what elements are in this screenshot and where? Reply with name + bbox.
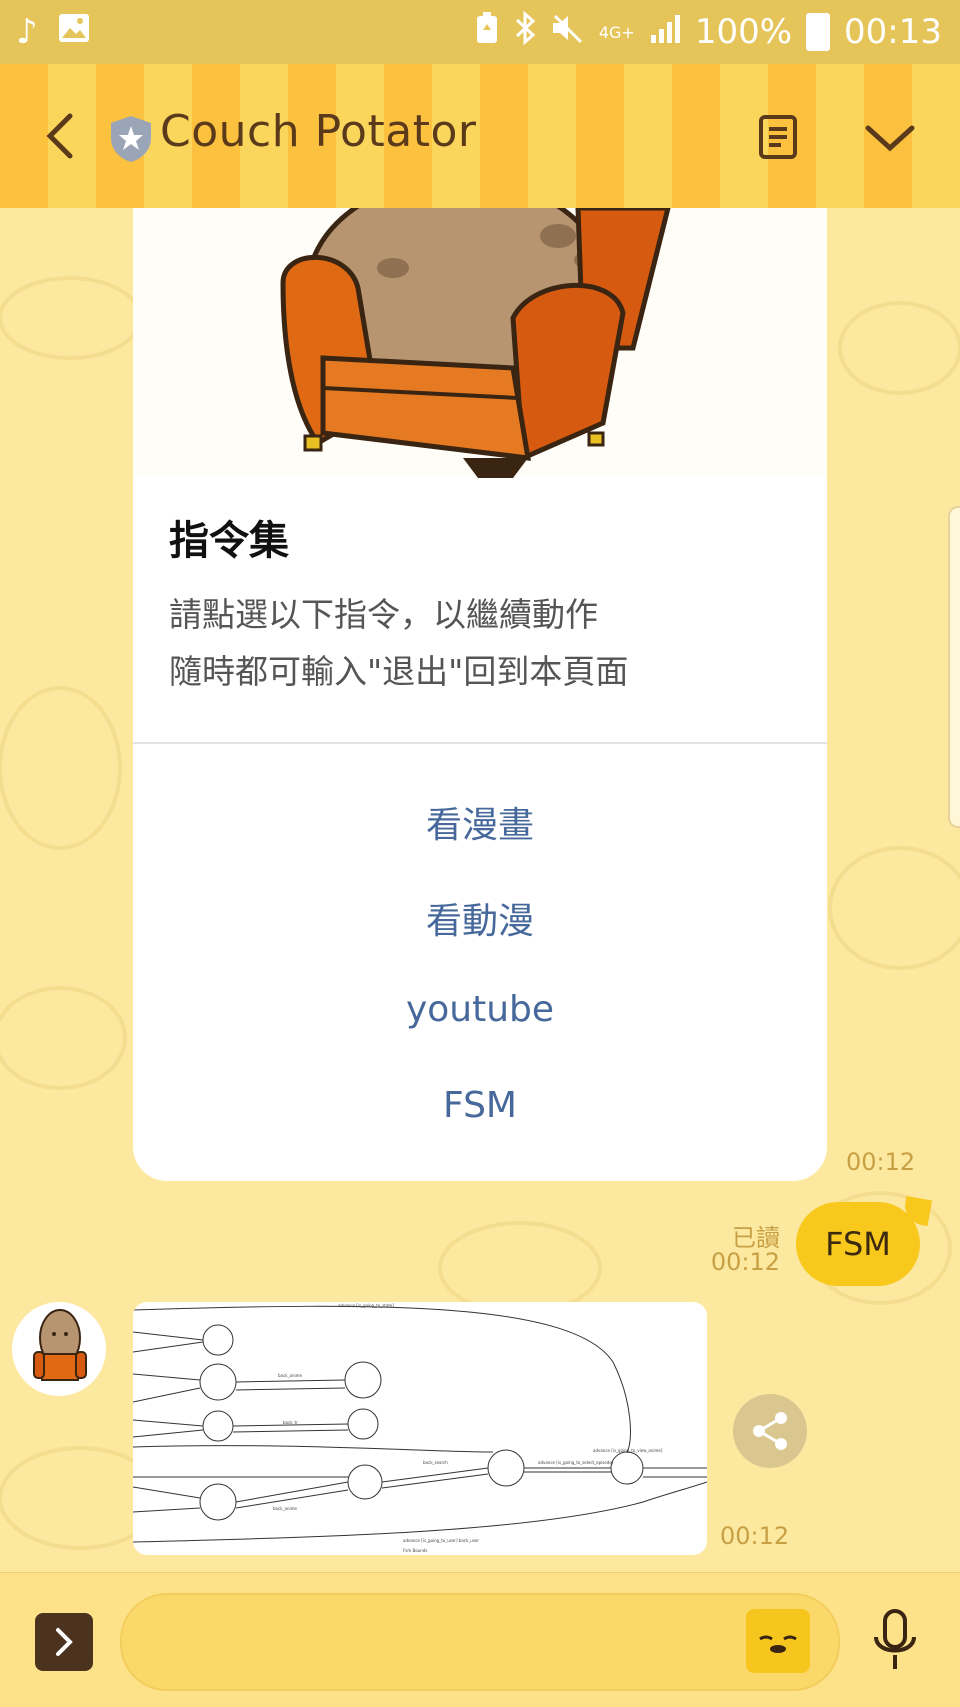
- sticker-icon[interactable]: [746, 1609, 810, 1673]
- svg-text:Fsm Bounds: Fsm Bounds: [403, 1548, 427, 1553]
- card-timestamp: 00:12: [846, 1148, 916, 1176]
- clock: 00:13: [844, 12, 942, 52]
- image-icon: [58, 12, 90, 52]
- card-description-line2: 隨時都可輸入"退出"回到本頁面: [169, 652, 629, 691]
- sent-message-bubble[interactable]: FSM: [796, 1202, 920, 1286]
- command-card: 指令集 請點選以下指令，以繼續動作 隨時都可輸入"退出"回到本頁面 看漫畫 看動…: [133, 208, 827, 1181]
- card-divider: [133, 742, 827, 744]
- chevron-right-icon: [56, 1628, 73, 1656]
- notes-icon[interactable]: [758, 114, 798, 160]
- battery-icon: [806, 13, 831, 51]
- battery-saver-icon: [475, 11, 499, 53]
- share-icon: [753, 1412, 787, 1450]
- svg-text:back_tr: back_tr: [283, 1420, 298, 1425]
- action-fsm[interactable]: FSM: [133, 1085, 827, 1126]
- svg-text:advance [is_going_to_select_ep: advance [is_going_to_select_episode]: [538, 1460, 614, 1465]
- side-scroll-handle[interactable]: [948, 506, 960, 828]
- svg-text:advance [is_going_to_view_anim: advance [is_going_to_view_anime]: [593, 1448, 663, 1453]
- image-timestamp: 00:12: [720, 1522, 790, 1550]
- action-read-manga[interactable]: 看漫畫: [133, 796, 827, 848]
- share-button[interactable]: [733, 1394, 807, 1468]
- music-note-icon: ♪: [16, 12, 38, 52]
- chat-area[interactable]: 指令集 請點選以下指令，以繼續動作 隨時都可輸入"退出"回到本頁面 看漫畫 看動…: [0, 208, 960, 1572]
- action-youtube[interactable]: youtube: [133, 989, 827, 1030]
- bluetooth-icon: [513, 10, 537, 54]
- mute-icon: [551, 12, 585, 53]
- bot-avatar[interactable]: [12, 1302, 106, 1396]
- fsm-diagram-image[interactable]: advance [is_going_to_state] back_anime b…: [133, 1302, 707, 1555]
- card-title: 指令集: [169, 518, 289, 564]
- battery-percent: 100%: [694, 12, 793, 52]
- input-bar: [0, 1572, 960, 1707]
- card-description-line1: 請點選以下指令，以繼續動作: [169, 595, 598, 634]
- official-shield-icon: [108, 114, 154, 164]
- chat-header: Couch Potator: [0, 64, 960, 208]
- network-type-label: 4G+: [598, 22, 635, 42]
- status-bar: ♪ 4G+ 100% 00:13: [0, 0, 960, 64]
- svg-text:advance [is_going_to_state]: advance [is_going_to_state]: [338, 1303, 394, 1308]
- couch-potato-image: [133, 208, 827, 478]
- sent-timestamp: 00:12: [710, 1248, 780, 1276]
- chevron-down-icon[interactable]: [862, 120, 918, 156]
- message-input[interactable]: [120, 1593, 840, 1691]
- microphone-icon[interactable]: [870, 1607, 920, 1677]
- sent-message-text: FSM: [825, 1225, 891, 1263]
- action-watch-anime[interactable]: 看動漫: [133, 892, 827, 944]
- back-arrow-icon[interactable]: [34, 106, 94, 166]
- svg-text:back_anime: back_anime: [273, 1506, 298, 1511]
- svg-text:back_search: back_search: [423, 1460, 448, 1465]
- svg-text:back_anime: back_anime: [278, 1373, 303, 1378]
- expand-menu-button[interactable]: [35, 1613, 93, 1671]
- signal-icon: [649, 12, 681, 52]
- svg-text:advance [is_going_to_user] bac: advance [is_going_to_user] back_user: [403, 1538, 479, 1543]
- chat-title: Couch Potator: [160, 106, 477, 157]
